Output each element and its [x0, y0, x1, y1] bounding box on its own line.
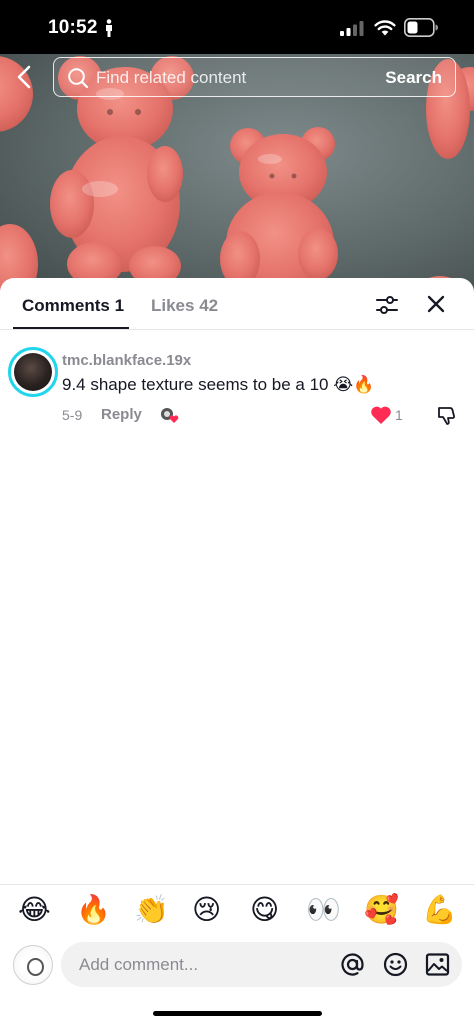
creator-liked-icon	[161, 408, 179, 423]
emoji-fire[interactable]: 🔥	[76, 892, 111, 928]
person-icon	[106, 19, 112, 37]
comment-placeholder: Add comment...	[79, 955, 199, 974]
emoji-flexed-biceps[interactable]: 💪	[422, 892, 457, 928]
tab-likes[interactable]: Likes 42	[151, 296, 218, 316]
emoji-eyes[interactable]: 👀	[306, 892, 341, 928]
wifi-icon	[374, 20, 396, 36]
dislike-icon[interactable]	[436, 404, 458, 426]
commenter-avatar[interactable]	[8, 347, 58, 397]
status-time: 10:52	[48, 17, 98, 38]
search-input[interactable]: Find related content Search	[53, 57, 456, 97]
back-button[interactable]	[12, 62, 40, 92]
tabs-divider	[0, 329, 474, 330]
emoji-bar-divider	[0, 884, 474, 885]
comment-username[interactable]: tmc.blankface.19x	[62, 352, 191, 369]
search-placeholder: Find related content	[96, 68, 247, 87]
mention-icon[interactable]	[340, 952, 365, 977]
status-bar: 10:52	[0, 0, 474, 54]
tab-comments[interactable]: Comments 1	[22, 296, 124, 316]
emoji-clapping[interactable]: 👏	[134, 892, 169, 928]
search-icon	[68, 68, 89, 89]
search-button[interactable]: Search	[385, 68, 442, 88]
home-indicator	[153, 1011, 322, 1016]
comment-text: 9.4 shape texture seems to be a 10 😭🔥	[62, 375, 375, 394]
avatar-image	[14, 353, 52, 391]
image-upload-icon[interactable]	[425, 952, 450, 977]
emoji-tears-of-joy[interactable]: 😂	[18, 892, 51, 928]
signal-icon	[340, 21, 364, 36]
reply-button[interactable]: Reply	[101, 406, 142, 423]
like-heart-icon[interactable]	[370, 405, 392, 425]
battery-icon	[404, 18, 438, 37]
emoji-yum[interactable]: 😋	[250, 892, 279, 928]
comment-date: 5-9	[62, 407, 83, 423]
emoji-picker-icon[interactable]	[383, 952, 408, 977]
close-icon[interactable]	[427, 295, 445, 313]
filter-icon[interactable]	[376, 294, 398, 316]
emoji-crying[interactable]: 😢	[192, 892, 221, 928]
emoji-quick-bar: 😂 🔥 👏 😢 😋 👀 🥰 💪	[0, 892, 474, 932]
my-avatar	[13, 945, 53, 985]
add-comment-input[interactable]: Add comment...	[61, 942, 462, 987]
emoji-smiling-hearts[interactable]: 🥰	[364, 892, 399, 928]
comment-like-count: 1	[395, 407, 403, 423]
